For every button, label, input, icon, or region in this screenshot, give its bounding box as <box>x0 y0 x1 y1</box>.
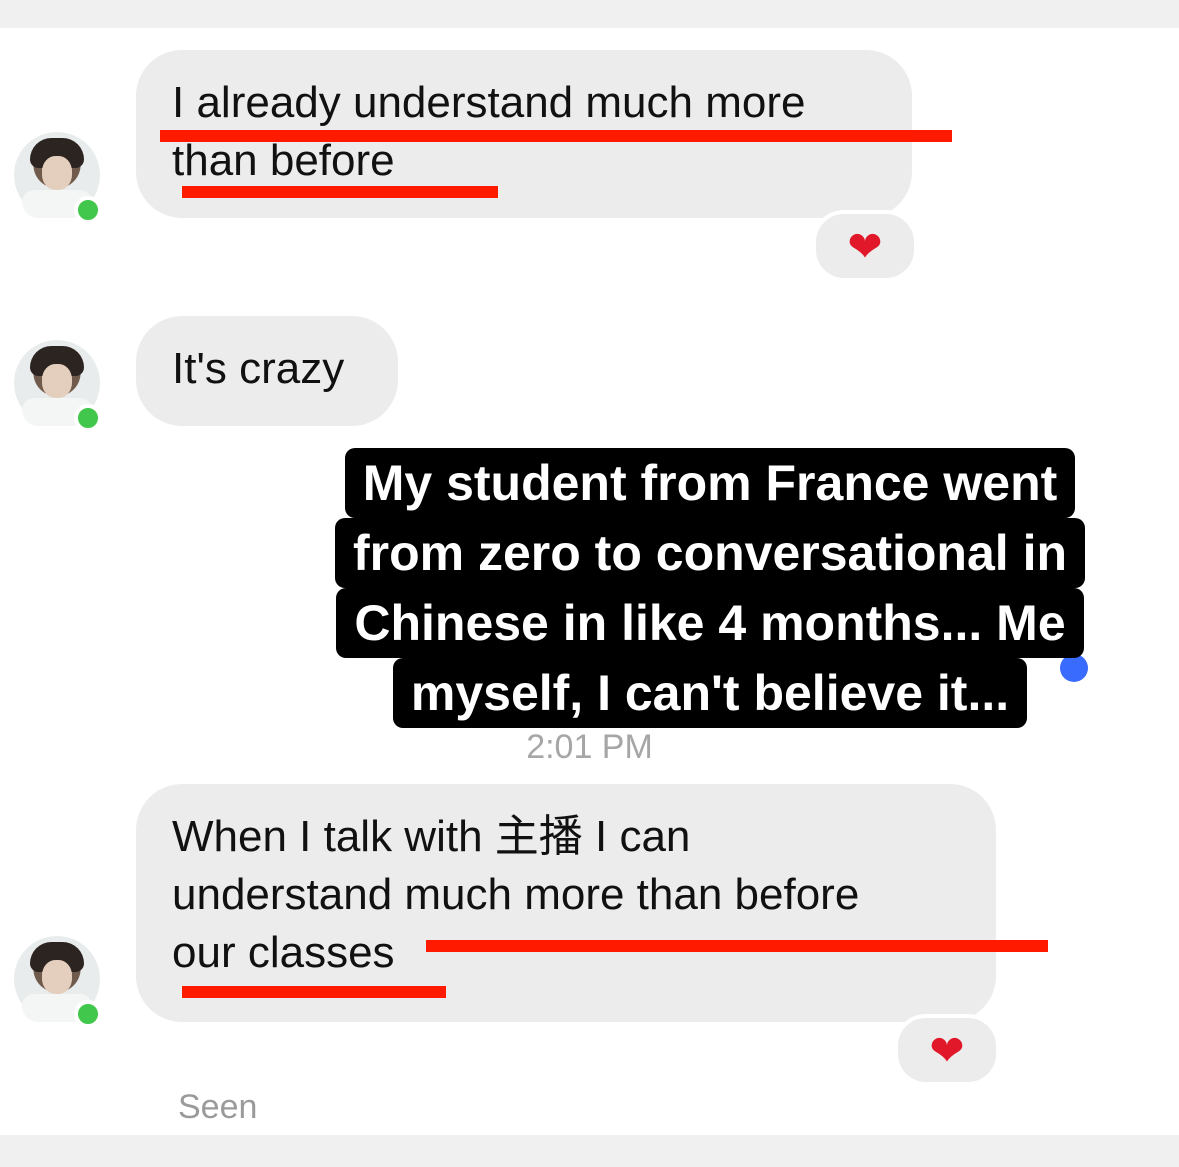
avatar-face <box>42 960 72 994</box>
avatar-face <box>42 364 72 398</box>
avatar-face <box>42 156 72 190</box>
online-dot-icon <box>74 196 102 224</box>
message-timestamp: 2:01 PM <box>526 728 653 766</box>
online-dot-icon <box>74 1000 102 1028</box>
highlight-underline <box>182 186 498 198</box>
highlight-underline <box>160 130 952 142</box>
avatar[interactable] <box>14 340 102 432</box>
seen-status: Seen <box>178 1088 258 1126</box>
highlight-underline <box>182 986 446 998</box>
caption-line: Chinese in like 4 months... Me <box>336 588 1084 658</box>
heart-icon[interactable]: ❤ <box>812 210 918 282</box>
online-dot-icon <box>74 404 102 432</box>
caption-line: myself, I can't believe it... <box>392 658 1028 728</box>
heart-icon[interactable]: ❤ <box>894 1014 1000 1086</box>
message-bubble[interactable]: It's crazy <box>136 316 398 426</box>
caption-line: My student from France went <box>344 448 1076 518</box>
overlay-caption: My student from France went from zero to… <box>280 448 1140 728</box>
caption-line: from zero to conversational in <box>334 518 1085 588</box>
avatar[interactable] <box>14 936 102 1028</box>
avatar[interactable] <box>14 132 102 224</box>
highlight-underline <box>426 940 1048 952</box>
